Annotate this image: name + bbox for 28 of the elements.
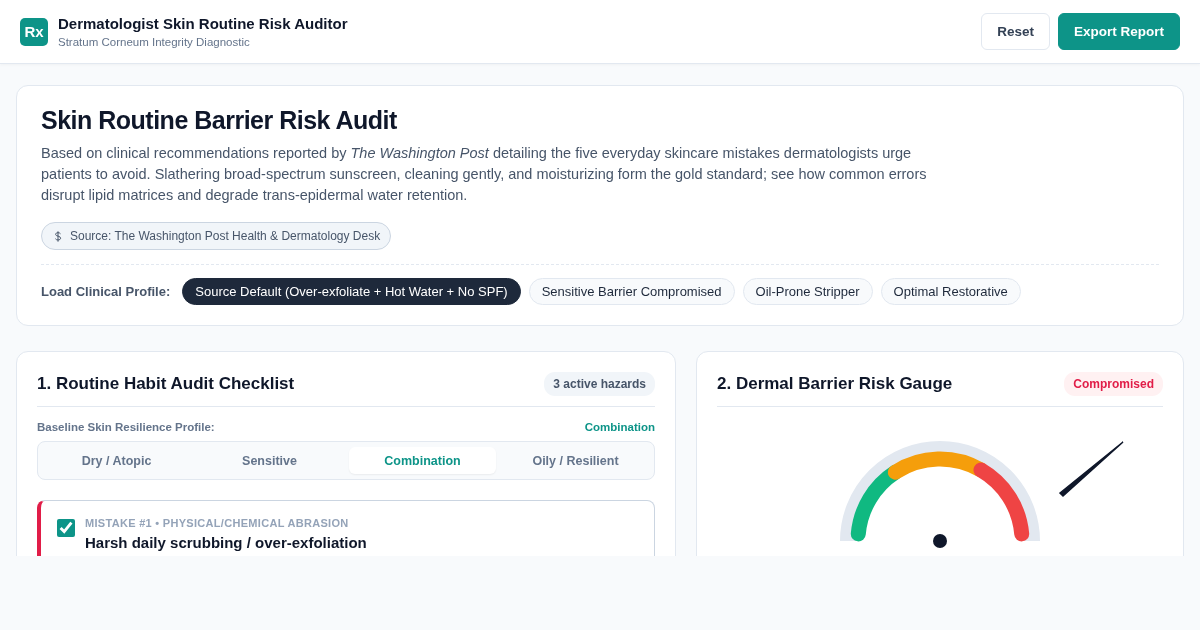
checklist-title: 1. Routine Habit Audit Checklist	[37, 374, 295, 394]
reset-button[interactable]: Reset	[981, 13, 1050, 50]
mistake-tag: MISTAKE #1 • PHYSICAL/CHEMICAL ABRASION	[85, 517, 367, 529]
profile-chip[interactable]: Source Default (Over-exfoliate + Hot Water + No SPF)	[182, 278, 521, 305]
audit-title: Skin Routine Barrier Risk Audit	[41, 106, 398, 135]
baseline-value: Combination	[584, 421, 655, 433]
skin-type-tab[interactable]: Dry / Atopic	[43, 447, 190, 474]
app-title: Dermatologist Skin Routine Risk Auditor	[58, 15, 348, 32]
profile-chip[interactable]: Optimal Restorative	[880, 278, 1021, 305]
gauge-needle	[1058, 441, 1124, 498]
skin-type-tab[interactable]: Combination	[349, 447, 496, 474]
mistake-title: Harsh daily scrubbing / over-exfoliation	[85, 534, 367, 551]
hazard-count-badge: 3 active hazards	[544, 372, 655, 396]
mistake-checkbox[interactable]	[57, 519, 75, 537]
audit-description: Based on clinical recommendations reported by The Washington Post detailing the five everyday skincare mistakes dermatologists urge patients to avoid. Slathering broad-spectrum sunscreen, cleaning gently, and moisturizing form the gold standard; see how common errors disrupt lipid matrices and degrade trans-epidermal water retention.	[41, 144, 928, 205]
profile-chip[interactable]: Sensitive Barrier Compromised	[528, 278, 735, 305]
gauge-title: 2. Dermal Barrier Risk Gauge	[717, 374, 953, 394]
skin-type-tab[interactable]: Sensitive	[196, 447, 343, 474]
baseline-label: Baseline Skin Resilience Profile:	[37, 421, 215, 433]
profile-label: Load Clinical Profile:	[41, 284, 171, 299]
export-button[interactable]: Export Report	[1058, 13, 1180, 50]
dollar-icon	[54, 230, 62, 242]
source-text: Source: The Washington Post Health & Dermatology Desk	[70, 229, 381, 243]
profile-chip[interactable]: Oil-Prone Stripper	[742, 278, 873, 305]
app-logo: Rx	[20, 17, 48, 46]
app-subtitle: Stratum Corneum Integrity Diagnostic	[58, 36, 251, 48]
status-badge: Compromised	[1064, 372, 1163, 396]
skin-type-tab[interactable]: Oily / Resilient	[502, 447, 649, 474]
